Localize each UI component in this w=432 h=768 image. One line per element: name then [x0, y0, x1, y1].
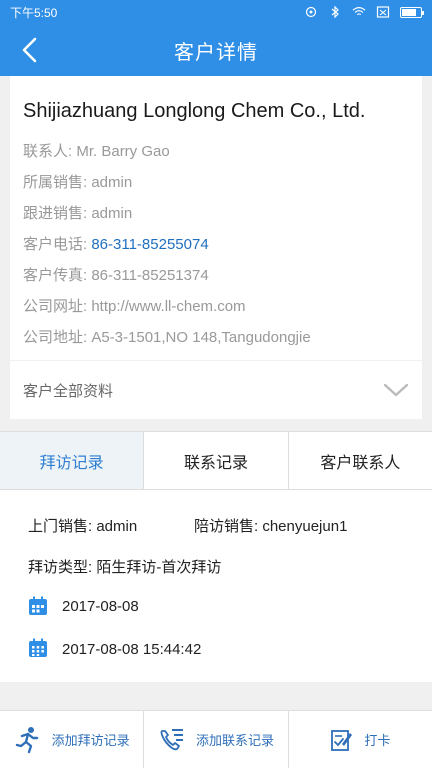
- follow-sales-row: 跟进销售: admin: [23, 202, 132, 223]
- field-label: 跟进销售:: [23, 205, 88, 222]
- sim-icon: [376, 6, 390, 18]
- status-bar: 下午5:50: [0, 0, 432, 24]
- visit-type: 拜访类型: 陌生拜访-首次拜访: [28, 556, 221, 577]
- check-in-label: 打卡: [364, 733, 391, 748]
- visit-record: 上门销售: admin 陪访销售: chenyuejun1 拜访类型: 陌生拜访…: [0, 490, 432, 682]
- field-label: 公司网址:: [23, 298, 88, 315]
- nav-bar: 客户详情: [0, 24, 432, 76]
- company-name: Shijiazhuang Longlong Chem Co., Ltd.: [23, 100, 366, 122]
- field-value: admin: [91, 205, 133, 222]
- edit-check-icon: [331, 729, 353, 751]
- full-info-label: 客户全部资料: [23, 382, 114, 400]
- add-visit-record-button[interactable]: 添加拜访记录: [0, 711, 145, 768]
- company-address-row: 公司地址: A5-3-1501,NO 148,Tangudongjie: [23, 326, 311, 347]
- chevron-down-icon: [383, 383, 409, 397]
- add-visit-record-label: 添加拜访记录: [51, 733, 130, 748]
- contact-person-row: 联系人: Mr. Barry Gao: [23, 140, 170, 161]
- back-button[interactable]: [14, 34, 46, 66]
- chevron-left-icon: [22, 37, 37, 63]
- phone-link[interactable]: 86-311-85255074: [91, 236, 208, 253]
- record-tabs: 拜访记录 联系记录 客户联系人: [0, 431, 432, 490]
- add-contact-record-label: 添加联系记录: [195, 733, 274, 748]
- tab-visit-records[interactable]: 拜访记录: [0, 432, 145, 489]
- visit-type-label: 拜访类型:: [28, 559, 93, 576]
- customer-info-card: Shijiazhuang Longlong Chem Co., Ltd. 联系人…: [10, 76, 422, 360]
- status-time: 下午5:50: [10, 5, 58, 20]
- accompany-sales: 陪访销售: chenyuejun1: [194, 515, 347, 536]
- visit-type-value: 陌生拜访-首次拜访: [96, 559, 222, 576]
- visit-sales-label: 上门销售:: [28, 518, 93, 535]
- field-value: admin: [91, 174, 133, 191]
- field-label: 公司地址:: [23, 329, 88, 346]
- status-icons: [304, 6, 424, 18]
- full-info-toggle[interactable]: 客户全部资料: [10, 361, 422, 419]
- battery-icon: [400, 6, 424, 18]
- field-label: 客户传真:: [23, 267, 88, 284]
- field-value: A5-3-1501,NO 148,Tangudongjie: [91, 329, 311, 346]
- field-label: 客户电话:: [23, 236, 88, 253]
- accompany-sales-value: chenyuejun1: [262, 518, 348, 535]
- field-value: http://www.ll-chem.com: [91, 298, 246, 315]
- tab-customer-contacts[interactable]: 客户联系人: [289, 432, 432, 489]
- calendar-icon: [29, 638, 47, 657]
- wifi-icon: [352, 7, 366, 16]
- bottom-action-bar: 添加拜访记录 添加联系记录 打卡: [0, 710, 432, 768]
- bluetooth-icon: [331, 6, 339, 18]
- company-website-row: 公司网址: http://www.ll-chem.com: [23, 295, 246, 316]
- field-label: 联系人:: [23, 143, 73, 160]
- location-icon: [305, 6, 317, 18]
- field-value: 86-311-85251374: [91, 267, 209, 284]
- visit-datetime: 2017-08-08 15:44:42: [62, 641, 202, 658]
- page-title: 客户详情: [174, 41, 258, 64]
- owner-sales-row: 所属销售: admin: [23, 171, 132, 192]
- field-value: Mr. Barry Gao: [76, 143, 170, 160]
- visit-sales: 上门销售: admin: [28, 515, 137, 536]
- visit-date: 2017-08-08: [62, 598, 139, 615]
- calendar-icon: [29, 596, 47, 615]
- customer-phone-row: 客户电话: 86-311-85255074: [23, 233, 209, 254]
- customer-fax-row: 客户传真: 86-311-85251374: [23, 264, 209, 285]
- add-contact-record-button[interactable]: 添加联系记录: [144, 711, 289, 768]
- phone-list-icon: [160, 728, 183, 750]
- accompany-sales-label: 陪访销售:: [194, 518, 259, 535]
- check-in-button[interactable]: 打卡: [289, 711, 432, 768]
- running-person-icon: [15, 726, 38, 753]
- visit-sales-value: admin: [96, 518, 138, 535]
- tab-contact-records[interactable]: 联系记录: [144, 432, 289, 489]
- field-label: 所属销售:: [23, 174, 88, 191]
